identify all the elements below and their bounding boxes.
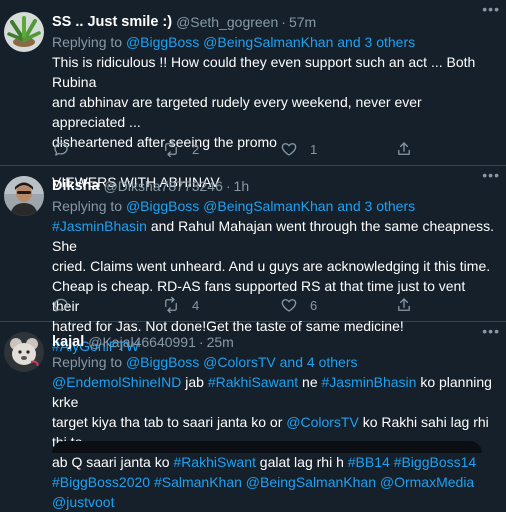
display-name[interactable]: Diksha (52, 176, 100, 196)
avatar[interactable] (4, 332, 44, 372)
text-segment: jab (181, 374, 208, 390)
retweet-count: 2 (192, 141, 200, 157)
user-handle[interactable]: @Kajal46640991 (88, 332, 196, 352)
hashtag-link[interactable]: #RakhiSwant (173, 454, 256, 470)
reply-icon (54, 298, 68, 312)
replying-others-link[interactable]: and 3 others (337, 34, 415, 50)
retweet-icon (165, 296, 177, 314)
hashtag-link[interactable]: #BiggBoss14 (394, 454, 477, 470)
replying-others-link[interactable]: and 3 others (337, 198, 415, 214)
replying-others-link[interactable]: and 4 others (280, 354, 358, 370)
tweet-header: kajal @Kajal46640991 · 25m (52, 332, 496, 352)
tweet[interactable]: kajal @Kajal46640991 · 25m Replying to @… (0, 322, 506, 510)
tweet-header: SS .. Just smile :) @Seth_gogreen · 57m (52, 12, 496, 32)
timestamp[interactable]: 1h (234, 176, 250, 196)
plant-avatar-icon (4, 12, 44, 52)
more-options-icon[interactable]: ••• (482, 2, 500, 16)
avatar[interactable] (4, 12, 44, 52)
share-button[interactable] (395, 294, 413, 316)
replying-users-link[interactable]: @BiggBoss @BeingSalmanKhan (126, 34, 333, 50)
tweet-actions: 2 1 (52, 138, 462, 160)
tweet-header: Diksha @Diksha78773246 · 1h (52, 176, 496, 196)
separator-dot: · (281, 14, 286, 30)
text-line: #BiggBoss2020 #SalmanKhan @BeingSalmanKh… (52, 472, 496, 512)
timestamp[interactable]: 57m (289, 12, 316, 32)
replying-to: Replying to @BiggBoss @BeingSalmanKhan a… (52, 32, 496, 52)
mention-link[interactable]: @ColorsTV (286, 414, 359, 430)
hashtag-link[interactable]: #JasminBhasin (52, 218, 147, 234)
like-count: 1 (310, 141, 318, 157)
display-name[interactable]: kajal (52, 332, 84, 352)
hashtag-link[interactable]: #JasminBhasin (322, 374, 417, 390)
text-segment: ab Q saari janta ko (52, 454, 174, 470)
text-line: cried. Claims went unheard. And u guys a… (52, 258, 491, 274)
text-line: This is ridiculous !! How could they eve… (52, 54, 476, 90)
timeline-feed: SS .. Just smile :) @Seth_gogreen · 57m … (0, 0, 506, 510)
like-button[interactable]: 1 (280, 138, 317, 160)
more-options-icon[interactable]: ••• (482, 324, 500, 338)
text-line: #JasminBhasin and Rahul Mahajan went thr… (52, 216, 496, 256)
hashtags-mentions-link[interactable]: #BiggBoss2020 #SalmanKhan @BeingSalmanKh… (52, 474, 474, 510)
display-name[interactable]: SS .. Just smile :) (52, 12, 172, 32)
mention-link[interactable]: @EndemolShineIND (52, 374, 181, 390)
heart-icon (281, 299, 297, 312)
replying-prefix: Replying to (52, 198, 123, 214)
tweet[interactable]: Diksha @Diksha78773246 · 1h Replying to … (0, 166, 506, 354)
text-line: ab Q saari janta ko #RakhiSwant galat la… (52, 452, 496, 472)
text-segment: target kiya tha tab to saari janta ko or (52, 414, 287, 430)
share-icon (398, 142, 410, 155)
text-line: and abhinav are targeted rudely every we… (52, 94, 422, 130)
like-button[interactable]: 6 (280, 294, 317, 316)
text-segment: galat lag rhi h (255, 454, 348, 470)
text-line: @EndemolShineIND jab #RakhiSawant ne #Ja… (52, 372, 496, 412)
profile-photo-icon (4, 176, 44, 216)
replying-users-link[interactable]: @BiggBoss @BeingSalmanKhan (126, 198, 333, 214)
user-handle[interactable]: @Seth_gogreen (176, 12, 278, 32)
timestamp[interactable]: 25m (207, 332, 234, 352)
replying-to: Replying to @BiggBoss @ColorsTV and 4 ot… (52, 352, 496, 372)
more-options-icon[interactable]: ••• (482, 168, 500, 182)
retweet-count: 4 (192, 297, 200, 313)
retweet-icon (165, 140, 177, 158)
teddy-bear-avatar-icon (4, 332, 44, 372)
retweet-button[interactable]: 2 (162, 138, 199, 160)
share-icon (398, 298, 410, 311)
reply-button[interactable] (52, 294, 82, 316)
user-handle[interactable]: @Diksha78773246 (104, 176, 223, 196)
media-preview[interactable] (52, 441, 482, 453)
tweet[interactable]: SS .. Just smile :) @Seth_gogreen · 57m … (0, 0, 506, 190)
hashtag-link[interactable]: #RakhiSawant (208, 374, 298, 390)
separator-dot: · (225, 178, 231, 194)
replying-prefix: Replying to (52, 34, 123, 50)
text-segment: ne (298, 374, 322, 390)
like-count: 6 (310, 297, 318, 313)
hashtag-link[interactable]: #BB14 (348, 454, 390, 470)
replying-prefix: Replying to (52, 354, 123, 370)
tweet-actions: 4 6 (52, 294, 462, 316)
heart-icon (281, 143, 297, 156)
retweet-button[interactable]: 4 (162, 294, 199, 316)
replying-to: Replying to @BiggBoss @BeingSalmanKhan a… (52, 196, 496, 216)
share-button[interactable] (395, 138, 413, 160)
reply-button[interactable] (52, 138, 82, 160)
replying-users-link[interactable]: @BiggBoss @ColorsTV (126, 354, 276, 370)
reply-icon (54, 142, 68, 156)
avatar[interactable] (4, 176, 44, 216)
separator-dot: · (198, 334, 204, 350)
